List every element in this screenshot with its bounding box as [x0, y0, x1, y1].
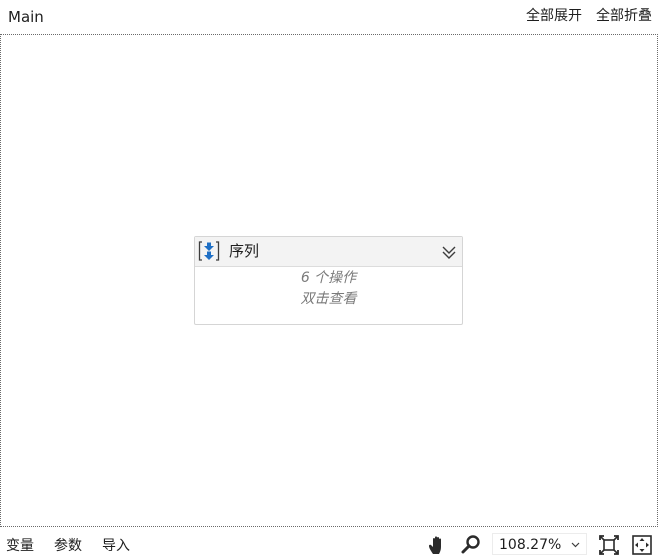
designer-canvas[interactable]: 序列 6 个操作 双击查看 [0, 34, 658, 527]
sequence-activity[interactable]: 序列 6 个操作 双击查看 [194, 236, 463, 325]
tab-imports[interactable]: 导入 [102, 537, 130, 555]
hand-pan-icon[interactable] [427, 534, 449, 556]
collapse-all-link[interactable]: 全部折叠 [596, 7, 652, 25]
header-actions: 全部展开 全部折叠 [526, 7, 652, 25]
zoom-level-select[interactable]: 108.27% [492, 533, 587, 555]
activity-title: 序列 [229, 242, 260, 260]
sequence-icon [198, 241, 220, 261]
zoom-level-value: 108.27% [499, 537, 562, 553]
workflow-designer: Main 全部展开 全部折叠 序列 6 个操作 双击查看 变量 参数 导入 10… [0, 0, 658, 560]
tab-variables[interactable]: 变量 [6, 537, 34, 555]
overview-icon[interactable] [631, 534, 653, 556]
activity-hint-text: 双击查看 [300, 291, 357, 307]
expand-all-link[interactable]: 全部展开 [526, 7, 582, 25]
activity-header[interactable]: 序列 [195, 237, 462, 267]
chevron-down-icon [571, 542, 580, 548]
statusbar-tabs: 变量 参数 导入 [6, 537, 130, 555]
tab-arguments[interactable]: 参数 [54, 537, 82, 555]
activity-body[interactable]: 6 个操作 双击查看 [195, 268, 462, 310]
workflow-breadcrumb-title[interactable]: Main [8, 8, 44, 26]
zoom-search-icon[interactable] [460, 534, 482, 556]
chevron-double-down-icon[interactable] [442, 244, 456, 260]
designer-header: Main 全部展开 全部折叠 [0, 0, 658, 34]
designer-statusbar: 变量 参数 导入 108.27% [0, 528, 658, 560]
fit-to-screen-icon[interactable] [598, 534, 620, 556]
activity-count-text: 6 个操作 [300, 270, 357, 286]
